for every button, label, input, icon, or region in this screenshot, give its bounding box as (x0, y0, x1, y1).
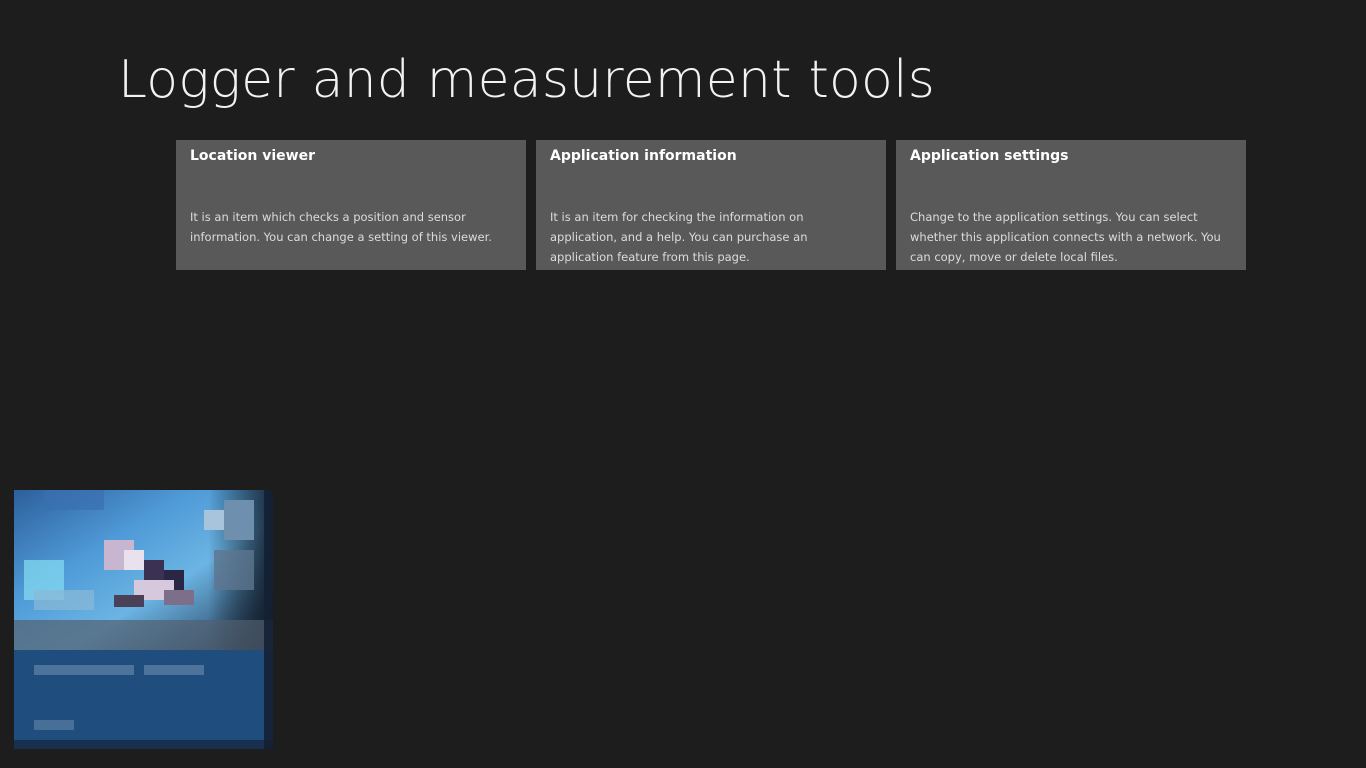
pixelated-thumbnail-image (14, 490, 273, 749)
tile-title: Application information (550, 148, 737, 164)
tile-application-settings[interactable]: Application settings Change to the appli… (896, 140, 1246, 270)
tile-description: It is an item for checking the informati… (550, 210, 808, 264)
app-page: Logger and measurement tools Location vi… (0, 0, 1366, 768)
app-thumbnail-tile[interactable] (14, 490, 273, 749)
tile-group: Location viewer It is an item which chec… (176, 140, 1246, 270)
tile-description: It is an item which checks a position an… (190, 210, 492, 244)
tile-description: Change to the application settings. You … (910, 210, 1221, 264)
tile-application-information[interactable]: Application information It is an item fo… (536, 140, 886, 270)
tile-title: Location viewer (190, 148, 315, 164)
page-title: Logger and measurement tools (118, 50, 936, 110)
tile-location-viewer[interactable]: Location viewer It is an item which chec… (176, 140, 526, 270)
tile-title: Application settings (910, 148, 1069, 164)
